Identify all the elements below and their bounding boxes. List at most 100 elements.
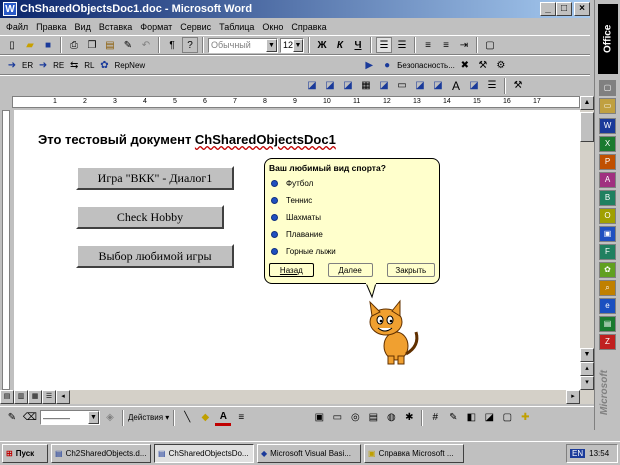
eraser-icon[interactable]: ⌫ xyxy=(22,410,38,426)
print-icon[interactable]: ⎙ xyxy=(66,37,82,53)
task-help[interactable]: ▣ Справка Microsoft ... xyxy=(364,444,464,463)
style-select[interactable]: Обычный ▼ xyxy=(208,37,278,53)
shadow-icon[interactable]: ◧ xyxy=(463,410,479,426)
control-toolbox-icon[interactable]: ✖ xyxy=(457,57,473,73)
paint-bucket-icon[interactable]: ◆ xyxy=(197,410,213,426)
menu-window[interactable]: Окно xyxy=(258,22,287,32)
ruler-icon[interactable]: ▭ xyxy=(394,78,410,94)
option-swimming[interactable]: Плавание xyxy=(265,226,439,243)
frontpage-icon[interactable]: F xyxy=(599,244,616,260)
table-icon[interactable]: ▦ xyxy=(358,78,374,94)
publisher-icon[interactable]: ▣ xyxy=(599,226,616,242)
paste-icon[interactable]: ▤ xyxy=(102,37,118,53)
chart-icon[interactable]: ◪ xyxy=(304,78,320,94)
security-button[interactable]: Безопасность... xyxy=(397,61,455,70)
option-football[interactable]: Футбол xyxy=(265,175,439,192)
format-painter-icon[interactable]: ✎ xyxy=(120,37,136,53)
chart-icon[interactable]: ◪ xyxy=(466,78,482,94)
chart-icon[interactable]: ◪ xyxy=(376,78,392,94)
chevron-down-icon[interactable]: ▼ xyxy=(293,38,303,52)
underline-button[interactable]: Ч xyxy=(350,37,366,53)
outline-view-icon[interactable]: ☰ xyxy=(42,390,56,404)
align-left-icon[interactable]: ☰ xyxy=(376,37,392,53)
er-button[interactable]: ER xyxy=(22,61,33,70)
record-icon[interactable]: ● xyxy=(379,57,395,73)
find-icon[interactable]: ⌕ xyxy=(599,280,616,296)
menu-insert[interactable]: Вставка xyxy=(95,22,136,32)
folder-icon[interactable]: ▭ xyxy=(599,98,616,114)
chevron-down-icon[interactable]: ▼ xyxy=(266,38,277,52)
game-dialog-button[interactable]: Игра "ВКК" - Диалог1 xyxy=(76,166,234,190)
indent-icon[interactable]: ⇥ xyxy=(456,37,472,53)
align-icon[interactable]: ☰ xyxy=(484,78,500,94)
check-hobby-button[interactable]: Check Hobby xyxy=(76,205,224,229)
fill-color-icon[interactable]: ◈ xyxy=(102,410,118,426)
project-icon[interactable]: ▤ xyxy=(599,316,616,332)
next-page-icon[interactable]: ▾ xyxy=(580,376,594,390)
vertical-scrollbar[interactable]: ▲ ▼ ▴ ▾ xyxy=(580,96,594,390)
menu-tools[interactable]: Сервис xyxy=(176,22,215,32)
menu-table[interactable]: Таблица xyxy=(215,22,258,32)
new-icon[interactable]: ▯ xyxy=(4,37,20,53)
wordart-icon[interactable]: ◍ xyxy=(383,410,399,426)
chart-icon[interactable]: ◪ xyxy=(322,78,338,94)
task-ch2shared[interactable]: ▤ Ch2SharedObjects.d... xyxy=(51,444,151,463)
normal-view-icon[interactable]: ▤ xyxy=(0,390,14,404)
option-chess[interactable]: Шахматы xyxy=(265,209,439,226)
italic-button[interactable]: К xyxy=(332,37,348,53)
save-icon[interactable]: ■ xyxy=(40,37,56,53)
clipart-icon[interactable]: ✱ xyxy=(401,410,417,426)
grid-icon[interactable]: # xyxy=(427,410,443,426)
maximize-button[interactable]: □ xyxy=(556,2,572,16)
start-button[interactable]: ⊞ Пуск xyxy=(2,444,48,463)
oval-icon[interactable]: ◎ xyxy=(347,410,363,426)
design-icon[interactable]: ⚙ xyxy=(493,57,509,73)
close-balloon-button[interactable]: Закрыть xyxy=(386,263,436,277)
chart-icon[interactable]: ◪ xyxy=(340,78,356,94)
choose-game-button[interactable]: Выбор любимой игры xyxy=(76,244,234,268)
access-icon[interactable]: A xyxy=(599,172,616,188)
line-style-select[interactable]: ——— ▼ xyxy=(40,410,100,425)
justify-icon[interactable]: ☰ xyxy=(394,37,410,53)
pencil-icon[interactable]: ✎ xyxy=(4,410,20,426)
clock[interactable]: 13:54 xyxy=(589,449,609,458)
menu-view[interactable]: Вид xyxy=(71,22,95,32)
menu-format[interactable]: Формат xyxy=(136,22,176,32)
menu-help[interactable]: Справка xyxy=(287,22,330,32)
play-icon[interactable]: ▶ xyxy=(361,57,377,73)
color-icon[interactable]: ✚ xyxy=(517,410,533,426)
font-color-icon[interactable]: A xyxy=(215,410,232,426)
horizontal-scrollbar[interactable]: ▤ ▥ ▦ ☰ ◂ ▸ xyxy=(0,390,594,404)
task-chshared[interactable]: ▤ ChSharedObjectsDo... xyxy=(154,444,254,463)
next-button[interactable]: Далее xyxy=(327,263,373,277)
open-icon[interactable]: ▰ xyxy=(22,37,38,53)
3d-icon[interactable]: ◪ xyxy=(481,410,497,426)
re-button[interactable]: RE xyxy=(53,61,64,70)
folder-icon[interactable]: ▢ xyxy=(599,80,616,96)
minimize-button[interactable]: _ xyxy=(540,2,556,16)
rl-button[interactable]: RL xyxy=(84,61,94,70)
office-label[interactable]: Office xyxy=(598,4,618,74)
word-icon[interactable]: W xyxy=(599,118,616,134)
scroll-up-icon[interactable]: ▲ xyxy=(580,96,594,110)
back-button[interactable]: Назад xyxy=(269,263,314,277)
binder-icon[interactable]: B xyxy=(599,190,616,206)
ie-icon[interactable]: e xyxy=(599,298,616,314)
option-tennis[interactable]: Теннис xyxy=(265,192,439,209)
copy-icon[interactable]: ❐ xyxy=(84,37,100,53)
border-icon[interactable]: ▢ xyxy=(482,37,498,53)
cat-assistant-icon[interactable] xyxy=(356,296,426,366)
menu-edit[interactable]: Правка xyxy=(32,22,70,32)
horizontal-ruler[interactable]: 1 2 3 4 5 6 7 8 9 10 11 12 13 14 15 16 17 xyxy=(12,96,580,108)
tools-icon[interactable]: ⚒ xyxy=(475,57,491,73)
textbox-icon[interactable]: ▤ xyxy=(365,410,381,426)
excel-icon[interactable]: X xyxy=(599,136,616,152)
lang-indicator[interactable]: EN xyxy=(570,449,586,458)
web-view-icon[interactable]: ▥ xyxy=(14,390,28,404)
tools-icon[interactable]: ⚒ xyxy=(510,78,526,94)
task-vb[interactable]: ◆ Microsoft Visual Basi... xyxy=(257,444,361,463)
bold-button[interactable]: Ж xyxy=(314,37,330,53)
help-icon[interactable]: ? xyxy=(182,37,198,53)
option-skiing[interactable]: Горные лыжи xyxy=(265,243,439,260)
picture-icon[interactable]: ▣ xyxy=(311,410,327,426)
